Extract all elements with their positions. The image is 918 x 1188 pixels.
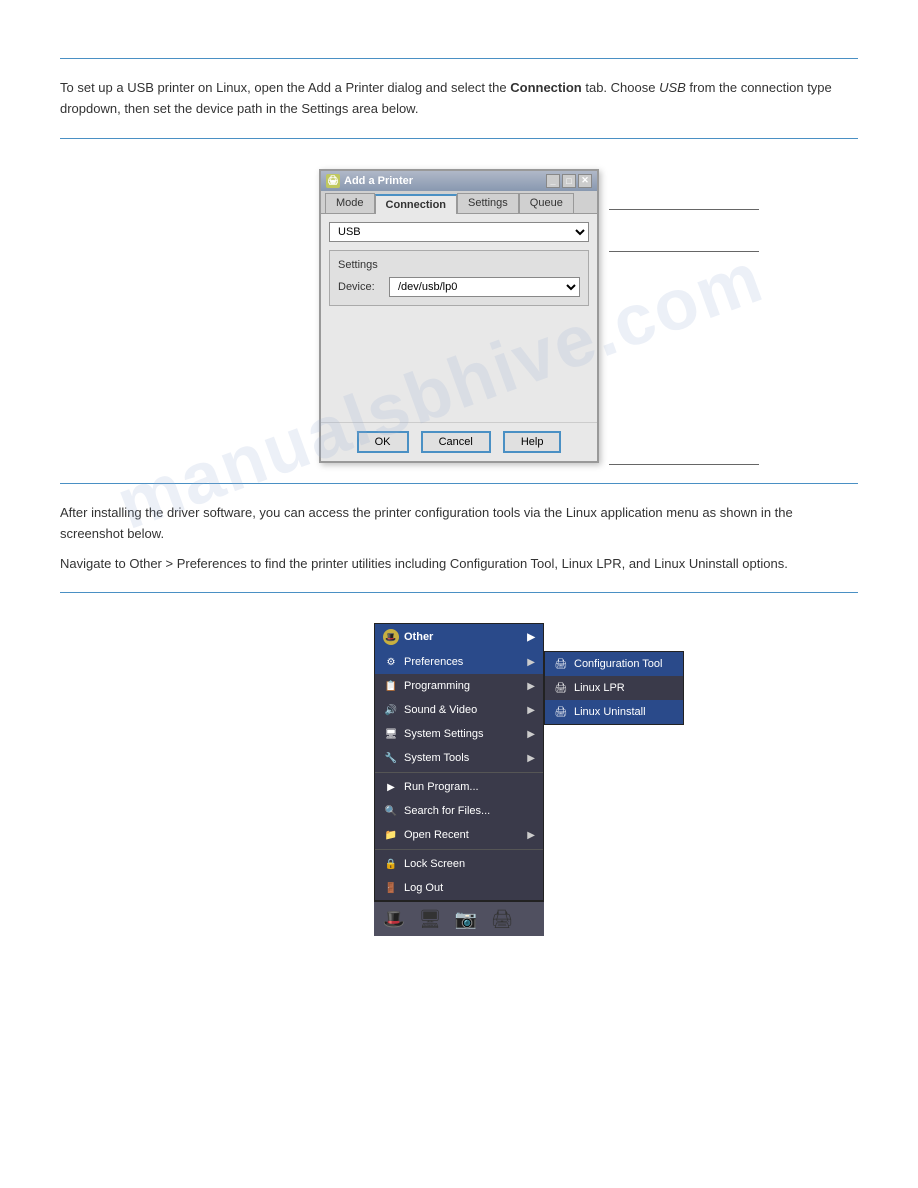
- device-select[interactable]: /dev/usb/lp0: [389, 277, 580, 297]
- system-settings-icon: 🖥: [383, 726, 399, 742]
- settings-label: Settings: [338, 259, 580, 271]
- menu-header-other: 🎩 Other ▶: [375, 624, 543, 650]
- ok-button[interactable]: OK: [357, 431, 409, 453]
- minimize-btn[interactable]: _: [546, 174, 560, 188]
- dialog-spacer: [329, 314, 589, 414]
- section1-text1: To set up a USB printer on Linux, open t…: [60, 77, 858, 120]
- linux-uninstall-label: Linux Uninstall: [574, 706, 646, 718]
- callout-line-tabs: [609, 209, 759, 210]
- menu-item-log-out[interactable]: 🚪 Log Out: [375, 876, 543, 900]
- system-tools-icon: 🔧: [383, 750, 399, 766]
- section2-divider: [60, 592, 858, 593]
- menu-item-run-program[interactable]: ▶ Run Program...: [375, 775, 543, 799]
- submenu-item-config-tool[interactable]: 🖨 Configuration Tool: [545, 652, 683, 676]
- open-recent-arrow: ▶: [527, 830, 535, 841]
- dialog-titlebar-left: 🖨 Add a Printer: [326, 174, 413, 188]
- callout-line-buttons: [609, 464, 759, 465]
- dialog-body: USB Settings Device: /dev/usb/lp0: [321, 214, 597, 422]
- run-program-label: Run Program...: [404, 781, 535, 793]
- sound-video-arrow: ▶: [527, 705, 535, 716]
- open-recent-icon: 📁: [383, 827, 399, 843]
- add-printer-dialog: 🖨 Add a Printer _ □ ✕ Mode Connection Se…: [319, 169, 599, 463]
- menu-separator-2: [375, 849, 543, 850]
- menu-item-system-tools[interactable]: 🔧 System Tools ▶: [375, 746, 543, 770]
- programming-label: Programming: [404, 680, 522, 692]
- connection-select[interactable]: USB: [329, 222, 589, 242]
- maximize-btn[interactable]: □: [562, 174, 576, 188]
- dialog-section-divider: [60, 483, 858, 484]
- preferences-label: Preferences: [404, 656, 522, 668]
- menu-item-system-settings[interactable]: 🖥 System Settings ▶: [375, 722, 543, 746]
- cancel-button[interactable]: Cancel: [421, 431, 491, 453]
- device-row: Device: /dev/usb/lp0: [338, 277, 580, 297]
- lock-screen-icon: 🔒: [383, 856, 399, 872]
- tab-settings[interactable]: Settings: [457, 193, 519, 213]
- taskbar-printer-icon[interactable]: 🖨: [488, 905, 516, 933]
- dialog-tabs: Mode Connection Settings Queue: [321, 191, 597, 214]
- taskbar-camera-icon[interactable]: 📷: [452, 905, 480, 933]
- linux-lpr-icon: 🖨: [553, 680, 569, 696]
- submenu-preferences: 🖨 Configuration Tool 🖨 Linux LPR 🖨 Linux…: [544, 651, 684, 725]
- dialog-titlebar-controls: _ □ ✕: [546, 174, 592, 188]
- lock-screen-label: Lock Screen: [404, 858, 535, 870]
- search-files-icon: 🔍: [383, 803, 399, 819]
- taskbar-monitor-icon[interactable]: 🖥: [416, 905, 444, 933]
- menu-header-label: Other: [404, 631, 433, 643]
- section1-divider: [60, 138, 858, 139]
- log-out-label: Log Out: [404, 882, 535, 894]
- system-settings-label: System Settings: [404, 728, 522, 740]
- menu-item-programming[interactable]: 📋 Programming ▶: [375, 674, 543, 698]
- connection-row: USB: [329, 222, 589, 242]
- help-button[interactable]: Help: [503, 431, 562, 453]
- system-tools-arrow: ▶: [527, 753, 535, 764]
- programming-icon: 📋: [383, 678, 399, 694]
- page-content: To set up a USB printer on Linux, open t…: [0, 0, 918, 996]
- menu-wrapper: 🎩 Other ▶ ⚙ Preferences ▶ 📋 Programming: [374, 623, 544, 936]
- device-label: Device:: [338, 281, 383, 293]
- dialog-titlebar: 🖨 Add a Printer _ □ ✕: [321, 171, 597, 191]
- config-tool-label: Configuration Tool: [574, 658, 662, 670]
- close-btn[interactable]: ✕: [578, 174, 592, 188]
- open-recent-label: Open Recent: [404, 829, 522, 841]
- top-divider: [60, 58, 858, 59]
- sound-video-icon: 🔊: [383, 702, 399, 718]
- tab-connection[interactable]: Connection: [375, 194, 458, 214]
- linux-uninstall-icon: 🖨: [553, 704, 569, 720]
- tab-queue[interactable]: Queue: [519, 193, 574, 213]
- dialog-footer: OK Cancel Help: [321, 422, 597, 461]
- menu-item-search-files[interactable]: 🔍 Search for Files...: [375, 799, 543, 823]
- submenu-item-linux-lpr[interactable]: 🖨 Linux LPR: [545, 676, 683, 700]
- dialog-title: Add a Printer: [344, 175, 413, 187]
- callout-line-device: [609, 251, 759, 252]
- submenu-item-linux-uninstall[interactable]: 🖨 Linux Uninstall: [545, 700, 683, 724]
- main-menu: 🎩 Other ▶ ⚙ Preferences ▶ 📋 Programming: [374, 623, 544, 901]
- linux-lpr-label: Linux LPR: [574, 682, 625, 694]
- dialog-icon: 🖨: [326, 174, 340, 188]
- sound-video-label: Sound & Video: [404, 704, 522, 716]
- menu-separator-1: [375, 772, 543, 773]
- log-out-icon: 🚪: [383, 880, 399, 896]
- menu-container: 🎩 Other ▶ ⚙ Preferences ▶ 📋 Programming: [60, 623, 858, 936]
- section2-text2: Navigate to Other > Preferences to find …: [60, 553, 858, 574]
- taskbar: 🎩 🖥 📷 🖨: [374, 901, 544, 936]
- preferences-arrow: ▶: [527, 657, 535, 668]
- menu-panel: 🎩 Other ▶ ⚙ Preferences ▶ 📋 Programming: [374, 623, 544, 936]
- menu-item-lock-screen[interactable]: 🔒 Lock Screen: [375, 852, 543, 876]
- tab-mode[interactable]: Mode: [325, 193, 375, 213]
- menu-item-sound-video[interactable]: 🔊 Sound & Video ▶: [375, 698, 543, 722]
- system-settings-arrow: ▶: [527, 729, 535, 740]
- search-files-label: Search for Files...: [404, 805, 535, 817]
- system-tools-label: System Tools: [404, 752, 522, 764]
- menu-header-icon: 🎩: [383, 629, 399, 645]
- programming-arrow: ▶: [527, 681, 535, 692]
- settings-group: Settings Device: /dev/usb/lp0: [329, 250, 589, 306]
- preferences-icon: ⚙: [383, 654, 399, 670]
- menu-item-open-recent[interactable]: 📁 Open Recent ▶: [375, 823, 543, 847]
- section2-text1: After installing the driver software, yo…: [60, 502, 858, 545]
- run-program-icon: ▶: [383, 779, 399, 795]
- taskbar-hat-icon[interactable]: 🎩: [380, 905, 408, 933]
- config-tool-icon: 🖨: [553, 656, 569, 672]
- menu-item-preferences[interactable]: ⚙ Preferences ▶: [375, 650, 543, 674]
- dialog-container: 🖨 Add a Printer _ □ ✕ Mode Connection Se…: [60, 169, 858, 463]
